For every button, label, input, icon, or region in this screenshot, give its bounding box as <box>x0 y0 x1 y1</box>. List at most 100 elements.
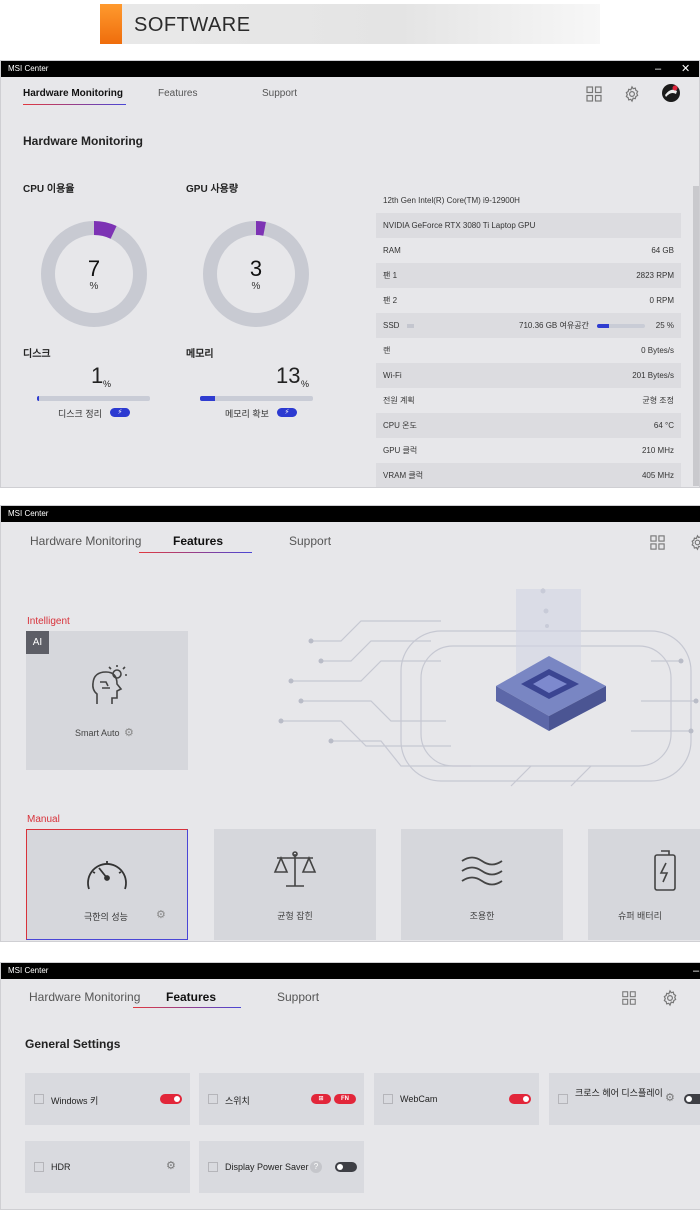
mode-card-super-battery[interactable]: 슈퍼 배터리 <box>588 829 700 940</box>
general-settings-window: MSI Center – Hardware Monitoring Feature… <box>0 962 700 1210</box>
gpu-usage-unit: % <box>251 281 261 292</box>
tab-hardware-monitoring[interactable]: Hardware Monitoring <box>30 534 141 548</box>
app-title: MSI Center <box>8 966 49 975</box>
hdr-settings-icon[interactable]: ⚙ <box>166 1159 176 1172</box>
smart-auto-settings-icon[interactable]: ⚙ <box>124 726 134 739</box>
info-row-fan1: 팬 1 2823 RPM <box>376 263 681 288</box>
disk-cleanup-button[interactable]: ⚡ <box>110 408 130 417</box>
mode-super-battery-label: 슈퍼 배터리 <box>618 911 662 921</box>
tab-features[interactable]: Features <box>158 88 197 99</box>
display-power-saver-toggle[interactable] <box>335 1162 357 1172</box>
title-bar: MSI Center – <box>1 963 700 979</box>
tab-features[interactable]: Features <box>166 990 216 1004</box>
setting-webcam-label: WebCam <box>400 1094 438 1104</box>
gear-icon[interactable] <box>689 534 700 551</box>
mode-card-extreme-performance[interactable]: 극한의 성능 ⚙ <box>26 829 188 940</box>
memory-label: 메모리 <box>186 349 214 360</box>
balance-scale-icon <box>273 851 317 887</box>
setting-display-power-saver: Display Power Saver ? <box>199 1141 364 1193</box>
help-icon[interactable]: ? <box>310 1161 322 1173</box>
windows-key-toggle[interactable] <box>160 1094 182 1104</box>
cpu-usage-unit: % <box>89 281 99 292</box>
smart-auto-label: Smart Auto <box>75 728 120 738</box>
fn-key-tag[interactable]: FN <box>334 1094 356 1104</box>
gear-icon[interactable] <box>661 989 679 1007</box>
battery-icon <box>654 850 676 891</box>
ssd-free-space: 710.36 GB 여유공간 <box>519 321 589 330</box>
intelligent-label: Intelligent <box>27 616 70 627</box>
crosshair-icon <box>558 1094 568 1104</box>
windows-key-tag[interactable]: ⊞ <box>311 1094 331 1104</box>
active-tab-underline <box>23 104 126 105</box>
wind-waves-icon <box>461 856 503 886</box>
display-power-saver-icon <box>208 1162 218 1172</box>
memory-free-button[interactable]: ⚡ <box>277 408 297 417</box>
grid-view-icon[interactable] <box>585 85 603 103</box>
mode-extreme-settings-icon[interactable]: ⚙ <box>156 908 166 921</box>
page-title: General Settings <box>25 1037 121 1051</box>
minimize-icon[interactable]: – <box>693 963 699 979</box>
tab-features[interactable]: Features <box>173 534 223 548</box>
ssd-usage-bar <box>597 324 645 328</box>
info-row-gpu: NVIDIA GeForce RTX 3080 Ti Laptop GPU <box>376 213 681 238</box>
avatar[interactable] <box>661 83 681 103</box>
setting-crosshair-label: 크로스 헤어 디스플레이 <box>575 1088 663 1098</box>
memory-free-label: 메모리 확보 <box>225 409 269 419</box>
gear-icon[interactable] <box>623 85 641 103</box>
info-row-cpu: 12th Gen Intel(R) Core(TM) i9-12900H <box>383 196 520 205</box>
setting-crosshair-display: 크로스 헤어 디스플레이 ⚙ <box>549 1073 700 1125</box>
info-row-cpu-temp: CPU 온도 64 °C <box>376 413 681 438</box>
setting-webcam: WebCam <box>374 1073 539 1125</box>
tab-hardware-monitoring[interactable]: Hardware Monitoring <box>23 88 123 99</box>
tab-support[interactable]: Support <box>277 990 319 1004</box>
smart-auto-card[interactable]: AI Smart Auto ⚙ <box>26 631 188 770</box>
setting-windows-key: Windows 키 <box>25 1073 190 1125</box>
gpu-usage-value: 3 <box>249 256 263 281</box>
tab-hardware-monitoring[interactable]: Hardware Monitoring <box>29 990 140 1004</box>
mode-extreme-label: 극한의 성능 <box>84 912 128 922</box>
webcam-toggle[interactable] <box>509 1094 531 1104</box>
software-banner: SOFTWARE <box>100 4 600 44</box>
tab-support[interactable]: Support <box>289 534 331 548</box>
memory-usage-bar <box>200 396 313 401</box>
grid-view-icon[interactable] <box>649 534 666 551</box>
memory-usage-value: 13 <box>276 363 301 388</box>
cpu-usage-label: CPU 이용율 <box>23 184 75 195</box>
switch-icon <box>208 1094 218 1104</box>
setting-hdr: HDR ⚙ <box>25 1141 190 1193</box>
app-title: MSI Center <box>8 509 49 518</box>
disk-usage-unit: % <box>103 379 112 389</box>
crosshair-toggle[interactable] <box>684 1094 700 1104</box>
manual-label: Manual <box>27 814 60 825</box>
banner-title: SOFTWARE <box>134 14 251 36</box>
info-row-ssd: SSD 710.36 GB 여유공간 25 % <box>376 313 681 338</box>
speedometer-icon <box>87 861 127 890</box>
setting-display-power-saver-label: Display Power Saver <box>225 1162 309 1172</box>
windows-key-icon <box>34 1094 44 1104</box>
webcam-icon <box>383 1094 393 1104</box>
hdr-icon <box>34 1162 44 1172</box>
info-row-fan2: 팬 20 RPM <box>383 296 674 305</box>
info-row-ram: RAM 64 GB <box>383 246 674 255</box>
banner-accent-bar <box>100 4 122 44</box>
mode-card-silent[interactable]: 조용한 <box>401 829 563 940</box>
mode-card-balanced[interactable]: 균형 잡힌 <box>214 829 376 940</box>
chip-circuit-illustration <box>278 588 699 787</box>
tab-support[interactable]: Support <box>262 88 297 99</box>
disk-usage-value: 1 <box>91 363 104 388</box>
minimize-icon[interactable]: – <box>655 61 661 77</box>
page-title: Hardware Monitoring <box>23 134 144 148</box>
crosshair-settings-icon[interactable]: ⚙ <box>665 1091 675 1104</box>
title-bar: MSI Center <box>1 506 700 522</box>
grid-view-icon[interactable] <box>621 990 637 1006</box>
info-scrollbar[interactable] <box>693 186 699 486</box>
active-tab-underline <box>133 1007 241 1008</box>
disk-label: 디스크 <box>23 349 51 360</box>
info-row-vram-clock: VRAM 클럭 405 MHz <box>376 463 681 487</box>
disk-cleanup-label: 디스크 정리 <box>58 409 102 419</box>
disk-usage-bar <box>37 396 150 401</box>
smart-head-icon <box>92 665 127 704</box>
close-icon[interactable]: ✕ <box>681 61 690 77</box>
info-row-gpu-clock: GPU 클럭 210 MHz <box>383 446 674 455</box>
active-tab-underline <box>139 552 252 553</box>
